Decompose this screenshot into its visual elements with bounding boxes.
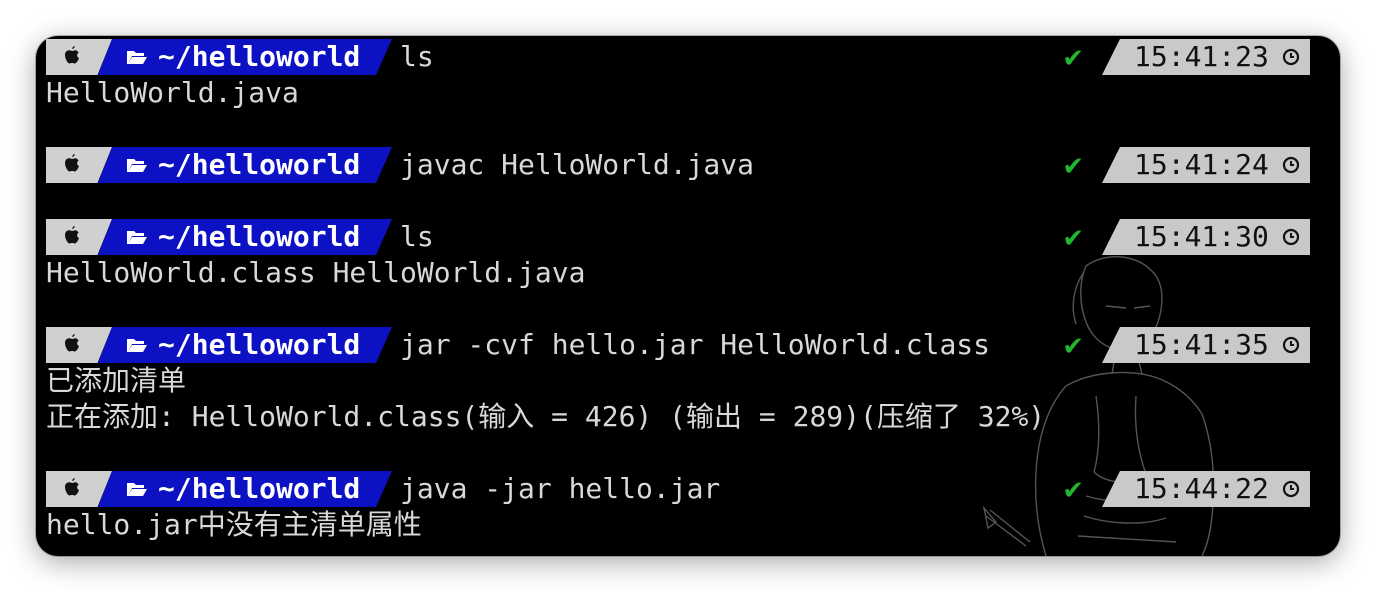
- output-line: 正在添加: HelloWorld.class(输入 = 426) (输出 = 2…: [46, 400, 1046, 433]
- terminal-window[interactable]: ~/helloworld ls ✔ 15:41:23 HelloWorld.ja…: [36, 36, 1340, 556]
- time-segment: 15:44:22: [1102, 471, 1310, 507]
- prompt-path: ~/helloworld: [158, 328, 361, 361]
- output-line: HelloWorld.java: [46, 76, 299, 109]
- clock-icon: [1282, 228, 1300, 246]
- time-segment: 15:41:24: [1102, 147, 1310, 183]
- prompt-line: ~/helloworld jar -cvf hello.jar HelloWor…: [46, 327, 1310, 363]
- apple-icon: [65, 46, 79, 64]
- success-check-icon: ✔: [1062, 44, 1084, 74]
- time-segment: 15:41:35: [1102, 327, 1310, 363]
- success-check-icon: ✔: [1062, 476, 1084, 506]
- path-segment: ~/helloworld: [98, 147, 392, 183]
- folder-open-icon: [126, 337, 148, 353]
- prompt-line: ~/helloworld java -jar hello.jar ✔ 15:44…: [46, 471, 1310, 507]
- success-check-icon: ✔: [1062, 152, 1084, 182]
- prompt-path: ~/helloworld: [158, 472, 361, 505]
- prompt-line: ~/helloworld ls ✔ 15:41:23: [46, 39, 1310, 75]
- path-segment: ~/helloworld: [98, 471, 392, 507]
- success-check-icon: ✔: [1062, 224, 1084, 254]
- apple-icon: [65, 154, 79, 172]
- command-text: java -jar hello.jar: [400, 472, 721, 505]
- timestamp: 15:41:23: [1134, 40, 1269, 73]
- prompt-path: ~/helloworld: [158, 220, 361, 253]
- apple-icon: [65, 334, 79, 352]
- apple-icon: [65, 478, 79, 496]
- clock-icon: [1282, 480, 1300, 498]
- prompt-line: ~/helloworld javac HelloWorld.java ✔ 15:…: [46, 147, 1310, 183]
- folder-open-icon: [126, 49, 148, 65]
- command-text: javac HelloWorld.java: [400, 148, 755, 181]
- timestamp: 15:41:30: [1134, 220, 1269, 253]
- folder-open-icon: [126, 229, 148, 245]
- path-segment: ~/helloworld: [98, 39, 392, 75]
- time-segment: 15:41:23: [1102, 39, 1310, 75]
- timestamp: 15:41:24: [1134, 148, 1269, 181]
- path-segment: ~/helloworld: [98, 327, 392, 363]
- prompt-path: ~/helloworld: [158, 148, 361, 181]
- prompt-line: ~/helloworld ls ✔ 15:41:30: [46, 219, 1310, 255]
- command-text: jar -cvf hello.jar HelloWorld.class: [400, 328, 991, 361]
- timestamp: 15:41:35: [1134, 328, 1269, 361]
- folder-open-icon: [126, 481, 148, 497]
- folder-open-icon: [126, 157, 148, 173]
- clock-icon: [1282, 48, 1300, 66]
- clock-icon: [1282, 156, 1300, 174]
- output-line: HelloWorld.class HelloWorld.java: [46, 256, 586, 289]
- command-text: ls: [400, 40, 434, 73]
- timestamp: 15:44:22: [1134, 472, 1269, 505]
- output-line: 已添加清单: [46, 364, 187, 397]
- command-text: ls: [400, 220, 434, 253]
- prompt-path: ~/helloworld: [158, 40, 361, 73]
- path-segment: ~/helloworld: [98, 219, 392, 255]
- time-segment: 15:41:30: [1102, 219, 1310, 255]
- success-check-icon: ✔: [1062, 332, 1084, 362]
- clock-icon: [1282, 336, 1300, 354]
- apple-icon: [65, 226, 79, 244]
- output-line: hello.jar中没有主清单属性: [46, 508, 422, 541]
